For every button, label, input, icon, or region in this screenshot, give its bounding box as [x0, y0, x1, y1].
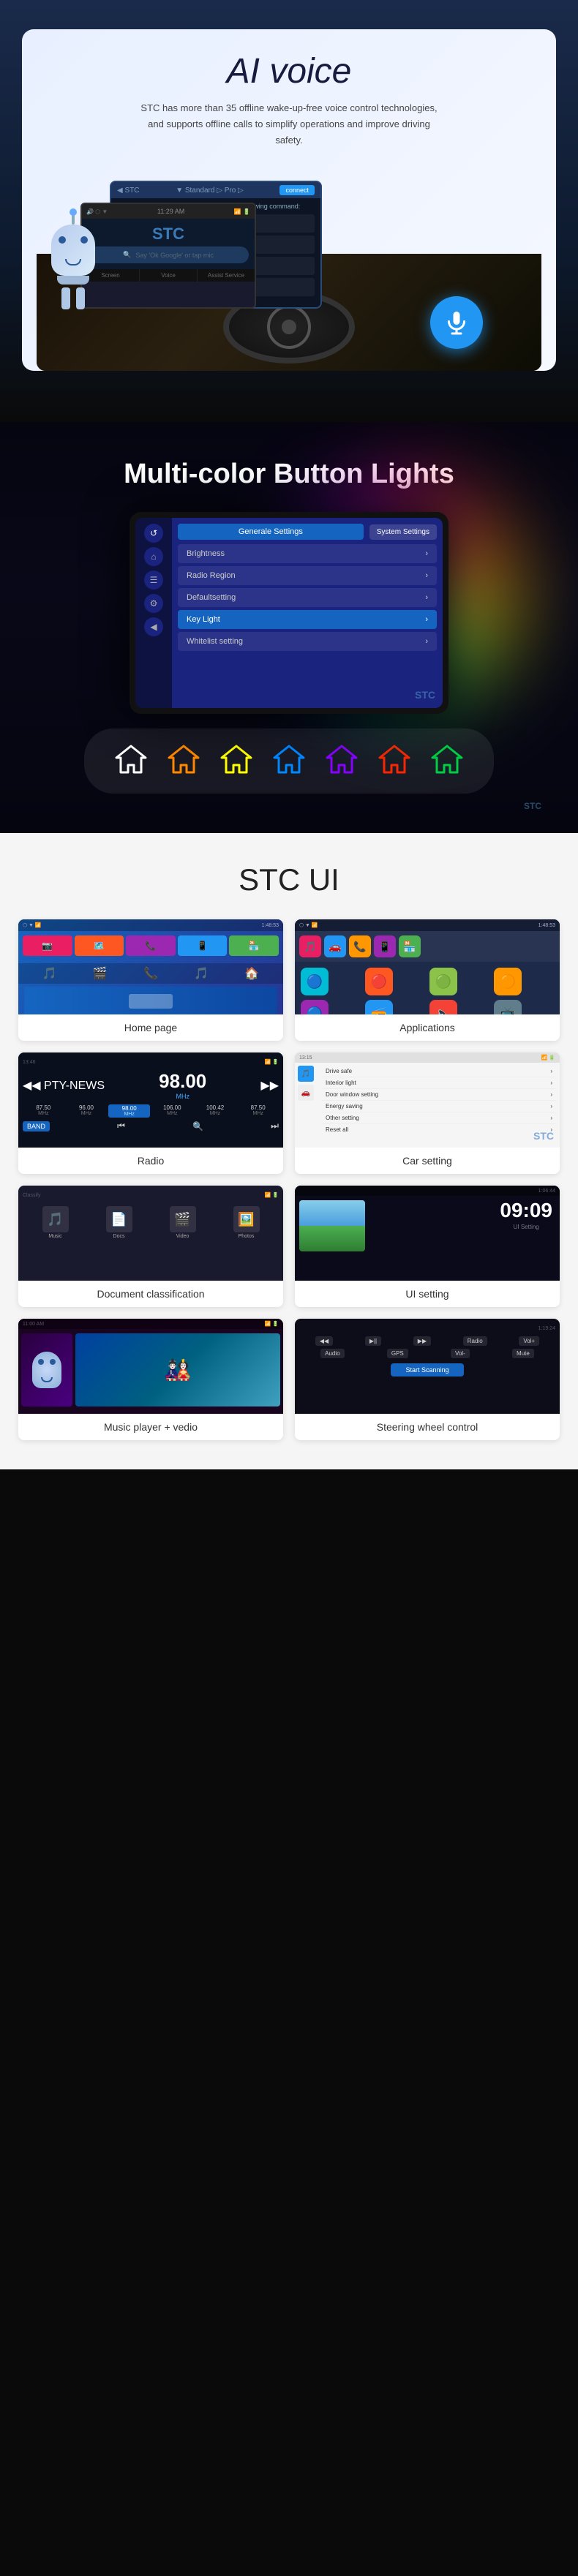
doc-label: Document classification: [18, 1281, 283, 1307]
ui-cards-grid: ⬡ ▼ 📶 1:48:53 📷 🗺️ 📞 📱 🏪 🎵 🎬: [18, 919, 560, 1440]
apps-label: Applications: [295, 1014, 560, 1041]
default-setting-row[interactable]: Defaultsetting›: [178, 588, 437, 607]
time-display: 09:09: [500, 1199, 552, 1222]
music-label: Music player + vedio: [18, 1414, 283, 1440]
car-setting-screen: 13:15 📶 🔋 🎵 🚗 Drive safe› Interior light…: [295, 1052, 560, 1148]
btn-light-white: [112, 740, 150, 782]
btn-light-blue: [270, 740, 308, 782]
brightness-row[interactable]: Brightness›: [178, 544, 437, 563]
radio-screen: 13:46 📶 🔋 ◀◀ PTY-NEWS 98.00 MHz ▶▶: [18, 1052, 283, 1148]
car-setting-label: Car setting: [295, 1148, 560, 1174]
ui-card-radio: 13:46 📶 🔋 ◀◀ PTY-NEWS 98.00 MHz ▶▶: [18, 1052, 283, 1174]
ui-card-ui-setting: 1:06:44 09:09 UI Setting UI setting: [295, 1186, 560, 1307]
stc-ui-section: STC UI ⬡ ▼ 📶 1:48:53 📷 🗺️ 📞 📱: [0, 833, 578, 1469]
home-label: Home page: [18, 1014, 283, 1041]
btn-light-orange: [165, 740, 203, 782]
device-mockup: ↺ ⌂ ☰ ⚙ ◀ Generale Settings System Setti…: [15, 512, 563, 714]
ui-setting-label: UI setting: [295, 1281, 560, 1307]
ai-voice-title: AI voice: [212, 51, 367, 91]
radio-label: Radio: [18, 1148, 283, 1174]
voice-screen-front: 🔊 ⬡ ▼ 11:29 AM 📶 🔋 STC 🔍 Say 'Ok Google'…: [80, 203, 256, 309]
ui-card-home: ⬡ ▼ 📶 1:48:53 📷 🗺️ 📞 📱 🏪 🎵 🎬: [18, 919, 283, 1041]
stc-logo-bottom: STC: [15, 801, 563, 811]
stc-logo-device: STC: [415, 689, 435, 701]
ai-voice-description: STC has more than 35 offline wake-up-fre…: [135, 100, 443, 148]
apps-screen: ⬡ ▼ 📶 1:48:53 🎵 🚗 📞 📱 🏪 🔵 🔴: [295, 919, 560, 1014]
music-screen: 11:00 AM 📶 🔋: [18, 1319, 283, 1414]
btn-light-purple: [323, 740, 361, 782]
steering-label: Steering wheel control: [295, 1414, 560, 1440]
ui-card-car-setting: 13:15 📶 🔋 🎵 🚗 Drive safe› Interior light…: [295, 1052, 560, 1174]
ai-voice-section: AI voice STC has more than 35 offline wa…: [0, 0, 578, 422]
multicolor-section: Multi-color Button Lights ↺ ⌂ ☰ ⚙ ◀: [0, 422, 578, 833]
doc-screen: Classify 📶 🔋 🎵 Music 📄 Docs: [18, 1186, 283, 1281]
ui-card-music: 11:00 AM 📶 🔋: [18, 1319, 283, 1440]
mic-button[interactable]: [430, 296, 483, 349]
start-scanning-btn[interactable]: Start Scanning: [391, 1363, 463, 1376]
ui-setting-screen: 1:06:44 09:09 UI Setting: [295, 1186, 560, 1281]
ui-card-steering: 1:19:24 ◀◀ ▶|| ▶▶ Radio Vol+ Audio GPS V…: [295, 1319, 560, 1440]
steering-screen: 1:19:24 ◀◀ ▶|| ▶▶ Radio Vol+ Audio GPS V…: [295, 1319, 560, 1414]
ui-card-apps: ⬡ ▼ 📶 1:48:53 🎵 🚗 📞 📱 🏪 🔵 🔴: [295, 919, 560, 1041]
system-settings-label: System Settings: [369, 524, 437, 540]
stc-ui-title: STC UI: [15, 862, 563, 897]
btn-light-green: [428, 740, 466, 782]
key-light-row[interactable]: Key Light›: [178, 610, 437, 629]
multicolor-title: Multi-color Button Lights: [15, 459, 563, 490]
whitelist-setting-row[interactable]: Whitelist setting›: [178, 632, 437, 651]
button-lights-row: [84, 728, 494, 794]
radio-region-row[interactable]: Radio Region›: [178, 566, 437, 585]
robot-mascot: [51, 225, 95, 309]
settings-panel-title: Generale Settings: [178, 524, 364, 540]
radio-freq-display: 98.00: [159, 1070, 206, 1093]
btn-light-yellow: [217, 740, 255, 782]
ui-card-doc: Classify 📶 🔋 🎵 Music 📄 Docs: [18, 1186, 283, 1307]
home-screen: ⬡ ▼ 📶 1:48:53 📷 🗺️ 📞 📱 🏪 🎵 🎬: [18, 919, 283, 1014]
btn-light-red: [375, 740, 413, 782]
